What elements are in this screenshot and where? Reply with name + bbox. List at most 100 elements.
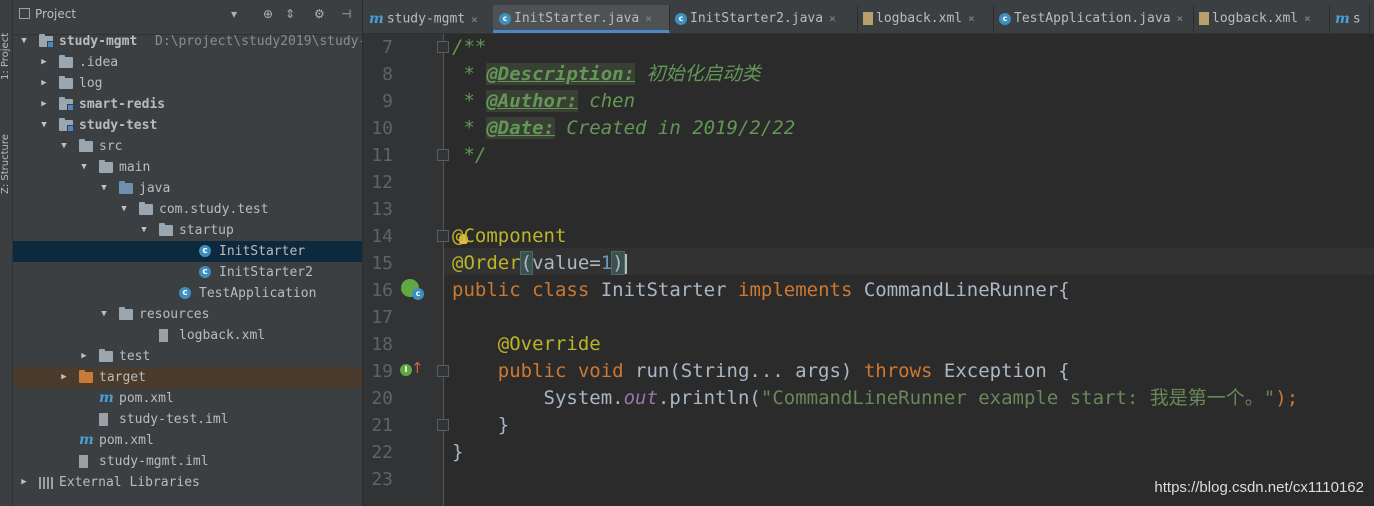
editor-tab[interactable]: m study-mgmt × — [363, 5, 494, 33]
tree-item[interactable]: ▼ com.study.test — [13, 199, 362, 220]
expanded-arrow-icon[interactable]: ▼ — [139, 220, 149, 241]
editor-tab[interactable]: c InitStarter2.java × — [669, 5, 858, 33]
line-number: 13 — [371, 199, 393, 220]
keyword: implements — [738, 279, 853, 301]
xml-file-icon — [1199, 12, 1209, 25]
collapsed-arrow-icon[interactable]: ▶ — [79, 346, 89, 367]
tree-item[interactable]: ▶ log — [13, 73, 362, 94]
tree-item[interactable]: ▶ target — [13, 367, 362, 388]
java-class-icon: c — [199, 266, 211, 278]
editor-tab[interactable]: logback.xml × — [857, 5, 994, 33]
close-icon[interactable]: × — [829, 12, 836, 25]
tree-item[interactable]: study-test.iml — [13, 409, 362, 430]
arrow-up-icon[interactable]: ↑ — [411, 359, 424, 377]
expanded-arrow-icon[interactable]: ▼ — [119, 199, 129, 220]
method-signature: run(String... args) — [623, 360, 864, 382]
close-icon[interactable]: × — [968, 12, 975, 25]
doc-text: chen — [577, 90, 636, 112]
tree-item[interactable]: ▼ study-test — [13, 115, 362, 136]
collapsed-arrow-icon[interactable]: ▶ — [39, 73, 49, 94]
code-line-20: System.out.println("CommandLineRunner ex… — [452, 385, 1299, 412]
tree-item[interactable]: study-mgmt.iml — [13, 451, 362, 472]
line-number: 16 — [371, 280, 393, 301]
locate-icon[interactable]: ⊕ — [263, 7, 273, 21]
chevron-down-icon[interactable]: ▾ — [231, 7, 237, 21]
tree-item-label: study-mgmt.iml — [99, 454, 209, 469]
collapse-all-icon[interactable]: ⇕ — [285, 7, 295, 21]
annotation: @Order — [452, 252, 521, 274]
collapsed-arrow-icon[interactable]: ▶ — [19, 472, 29, 493]
fold-marker-icon[interactable] — [437, 419, 449, 431]
tree-item[interactable]: ▼ main — [13, 157, 362, 178]
module-folder-icon — [59, 118, 74, 132]
structure-tool-tab[interactable]: Z: Structure — [0, 134, 12, 194]
code-line-14: @Component — [452, 225, 567, 247]
tree-item-label: java — [139, 181, 171, 196]
editor-tab[interactable]: logback.xml × — [1193, 5, 1330, 33]
xml-file-icon — [863, 12, 873, 25]
operator: = — [589, 252, 601, 274]
java-class-icon: c — [412, 288, 424, 300]
editor-tab[interactable]: c InitStarter.java × — [493, 5, 670, 33]
fold-marker-icon[interactable] — [437, 365, 449, 377]
tree-item[interactable]: ▼ study-mgmt D:\project\study2019\study- — [13, 31, 362, 52]
package-icon — [159, 223, 173, 236]
doc-comment-prefix: * — [452, 63, 487, 85]
excluded-folder-icon — [79, 370, 93, 383]
tree-item[interactable]: ▶ test — [13, 346, 362, 367]
java-class-icon: c — [199, 245, 211, 257]
tree-item[interactable]: c TestApplication — [13, 283, 362, 304]
close-icon[interactable]: × — [471, 13, 478, 26]
tree-item[interactable]: c InitStarter2 — [13, 262, 362, 283]
line-number: 14 — [371, 226, 393, 247]
text-caret — [624, 253, 627, 274]
tree-item[interactable]: ▶ External Libraries — [13, 472, 362, 493]
editor-tab[interactable]: c TestApplication.java × — [993, 5, 1194, 33]
fold-marker-icon[interactable] — [437, 230, 449, 242]
expanded-arrow-icon[interactable]: ▼ — [99, 304, 109, 325]
maven-icon: m — [99, 390, 114, 406]
fold-marker-icon[interactable] — [437, 41, 449, 53]
tree-item[interactable]: m pom.xml — [13, 388, 362, 409]
tree-item[interactable]: m pom.xml — [13, 430, 362, 451]
tree-item-label: main — [119, 160, 151, 175]
line-number: 7 — [382, 37, 393, 58]
project-view-selector[interactable]: Project — [19, 7, 76, 21]
tree-item[interactable]: ▶ .idea — [13, 52, 362, 73]
project-panel: Project ▾ ⊕ ⇕ ⚙ ⊣ ▼ study-mgmt D:\project\… — [13, 0, 363, 506]
tree-item-label: pom.xml — [119, 391, 174, 406]
gutter-divider — [443, 34, 444, 506]
tree-item[interactable]: ▼ java — [13, 178, 362, 199]
project-tool-tab[interactable]: 1: Project — [0, 28, 12, 80]
tree-item[interactable]: logback.xml — [13, 325, 362, 346]
collapsed-arrow-icon[interactable]: ▶ — [59, 367, 69, 388]
tree-item[interactable]: ▼ src — [13, 136, 362, 157]
close-icon[interactable]: × — [1304, 12, 1311, 25]
expanded-arrow-icon[interactable]: ▼ — [99, 178, 109, 199]
editor-tab[interactable]: ms — [1329, 5, 1370, 33]
expanded-arrow-icon[interactable]: ▼ — [59, 136, 69, 157]
tree-item[interactable]: c InitStarter — [13, 241, 362, 262]
class-name: InitStarter — [589, 279, 738, 301]
close-icon[interactable]: × — [1177, 12, 1184, 25]
number-literal: 1 — [600, 252, 613, 274]
tree-item[interactable]: ▶ smart-redis — [13, 94, 362, 115]
tree-item[interactable]: ▼ startup — [13, 220, 362, 241]
expanded-arrow-icon[interactable]: ▼ — [19, 31, 29, 52]
fold-marker-icon[interactable] — [437, 149, 449, 161]
tree-item-label: target — [99, 370, 146, 385]
expanded-arrow-icon[interactable]: ▼ — [39, 115, 49, 136]
tree-item-label: log — [79, 76, 103, 91]
tree-item[interactable]: ▼ resources — [13, 304, 362, 325]
doc-comment-prefix: * — [452, 117, 487, 139]
code-text: .println( — [657, 387, 761, 409]
hide-icon[interactable]: ⊣ — [341, 7, 351, 21]
folder-icon — [59, 76, 73, 89]
collapsed-arrow-icon[interactable]: ▶ — [39, 52, 49, 73]
gear-icon[interactable]: ⚙ — [314, 7, 325, 21]
code-line-9: * @Author: chen — [452, 88, 635, 115]
close-icon[interactable]: × — [645, 12, 652, 25]
doc-tag: @Author: — [486, 90, 578, 112]
collapsed-arrow-icon[interactable]: ▶ — [39, 94, 49, 115]
expanded-arrow-icon[interactable]: ▼ — [79, 157, 89, 178]
